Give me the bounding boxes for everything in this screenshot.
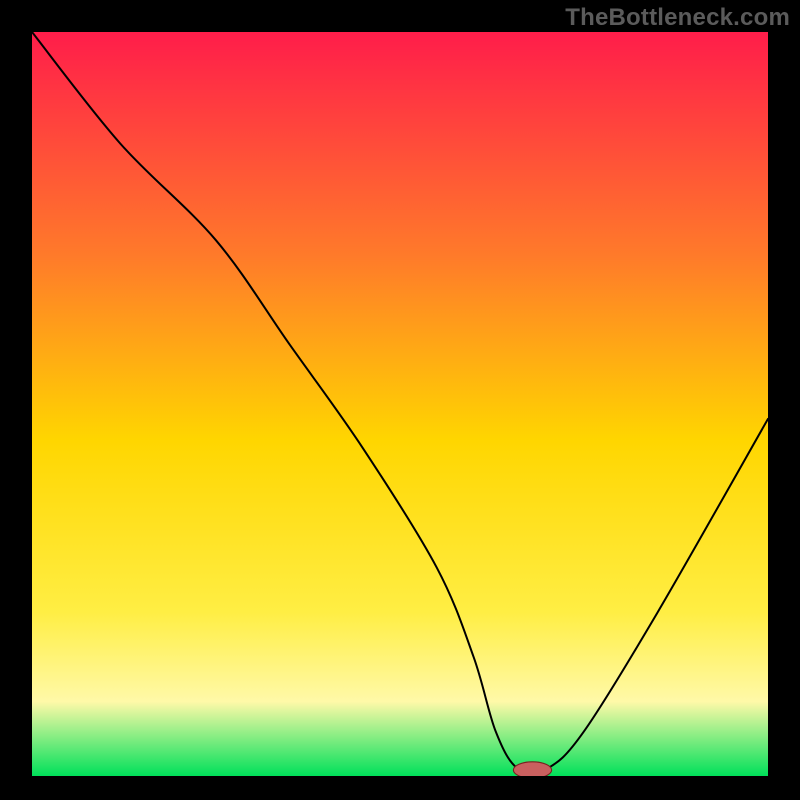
plot-area	[32, 32, 768, 776]
optimal-point-marker	[513, 762, 551, 776]
chart-frame: TheBottleneck.com	[0, 0, 800, 800]
gradient-background	[32, 32, 768, 776]
watermark-text: TheBottleneck.com	[565, 4, 790, 32]
bottleneck-chart	[32, 32, 768, 776]
